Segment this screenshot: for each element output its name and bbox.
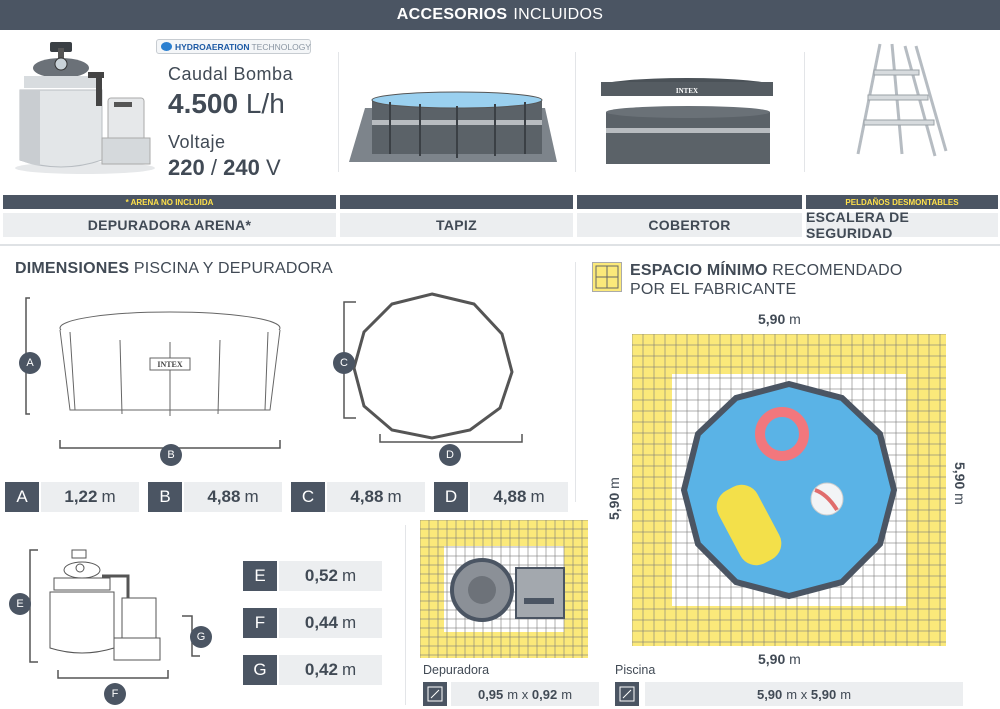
- cover-brand: INTEX: [676, 87, 698, 95]
- marker-g: G: [190, 626, 212, 648]
- resize-icon: [423, 682, 447, 706]
- marker-b: B: [160, 444, 182, 466]
- section-divider: [0, 244, 1000, 246]
- header-bold: ACCESORIOS: [396, 6, 508, 23]
- dim-value-c: 4,88 m: [327, 482, 425, 512]
- section-header-accessories: ACCESORIOS INCLUIDOS: [0, 0, 1000, 30]
- accessory-name: ESCALERA DE SEGURIDAD: [806, 209, 998, 241]
- voltage-label: Voltaje: [168, 132, 226, 152]
- piscina-size: 5,90 m x 5,90 m: [645, 682, 963, 706]
- flow-value: 4.500 L/h: [168, 88, 285, 119]
- marker-e: E: [9, 593, 31, 615]
- depuradora-size: 0,95 m x 0,92 m: [451, 682, 599, 706]
- divider: [804, 52, 805, 172]
- accessory-name: DEPURADORA ARENA*: [3, 213, 336, 237]
- dim-value-e: 0,52 m: [279, 561, 382, 591]
- pool-cover-image: INTEX: [601, 78, 773, 164]
- water-drop-icon: [161, 42, 172, 51]
- dimensions-title: DIMENSIONES PISCINA Y DEPURADORA: [15, 260, 333, 277]
- accessory-name: COBERTOR: [577, 213, 802, 237]
- pump-space-grid: [420, 520, 588, 658]
- dim-label-d: D: [434, 482, 468, 512]
- accessory-name: TAPIZ: [340, 213, 573, 237]
- divider: [575, 262, 576, 502]
- dim-label-e: E: [243, 561, 277, 591]
- pool-brand: INTEX: [157, 360, 183, 369]
- dim-label-g: G: [243, 655, 277, 685]
- sand-filter-pump-image: [15, 42, 155, 174]
- depuradora-label: Depuradora: [423, 663, 490, 677]
- dim-label-b: B: [148, 482, 182, 512]
- divider: [575, 52, 576, 172]
- piscina-label: Piscina: [615, 663, 656, 677]
- dim-value-a: 1,22 m: [41, 482, 139, 512]
- pool-space-grid: [632, 334, 946, 646]
- marker-f: F: [104, 683, 126, 705]
- dim-label-f: F: [243, 608, 277, 638]
- divider: [405, 525, 406, 705]
- ground-mat-image: [349, 91, 557, 162]
- resize-icon: [615, 682, 639, 706]
- width-bottom-label: 5,90 m: [758, 651, 801, 667]
- marker-c: C: [333, 352, 355, 374]
- accessory-note-bar: [577, 195, 802, 209]
- pool-side-view-diagram: INTEX: [25, 297, 281, 449]
- divider: [338, 52, 339, 172]
- header-rest: INCLUIDOS: [513, 6, 604, 23]
- height-right-label: 5,90 m: [952, 462, 968, 505]
- accessory-note-bar: * ARENA NO INCLUIDA: [3, 195, 336, 209]
- accessory-note-bar: [340, 195, 573, 209]
- dim-value-f: 0,44 m: [279, 608, 382, 638]
- hydroaeration-badge: HYDROAERATION TECHNOLOGY: [156, 39, 311, 54]
- grid-icon: [592, 262, 622, 292]
- safety-ladder-image: [856, 43, 948, 157]
- dim-value-d: 4,88 m: [470, 482, 568, 512]
- pump-dimension-diagram: [29, 549, 200, 679]
- dim-value-b: 4,88 m: [184, 482, 282, 512]
- pool-top-view-diagram: [343, 292, 523, 443]
- marker-d: D: [439, 444, 461, 466]
- accessory-note-bar: PELDAÑOS DESMONTABLES: [806, 195, 998, 209]
- width-top-label: 5,90 m: [758, 311, 801, 327]
- flow-label: Caudal Bomba: [168, 64, 294, 84]
- marker-a: A: [19, 352, 41, 374]
- dim-value-g: 0,42 m: [279, 655, 382, 685]
- dim-label-c: C: [291, 482, 325, 512]
- height-left-label: 5,90 m: [606, 477, 622, 520]
- space-title: ESPACIO MÍNIMO RECOMENDADO POR EL FABRIC…: [630, 262, 903, 298]
- dim-label-a: A: [5, 482, 39, 512]
- voltage-value: 220 / 240 V: [168, 155, 281, 180]
